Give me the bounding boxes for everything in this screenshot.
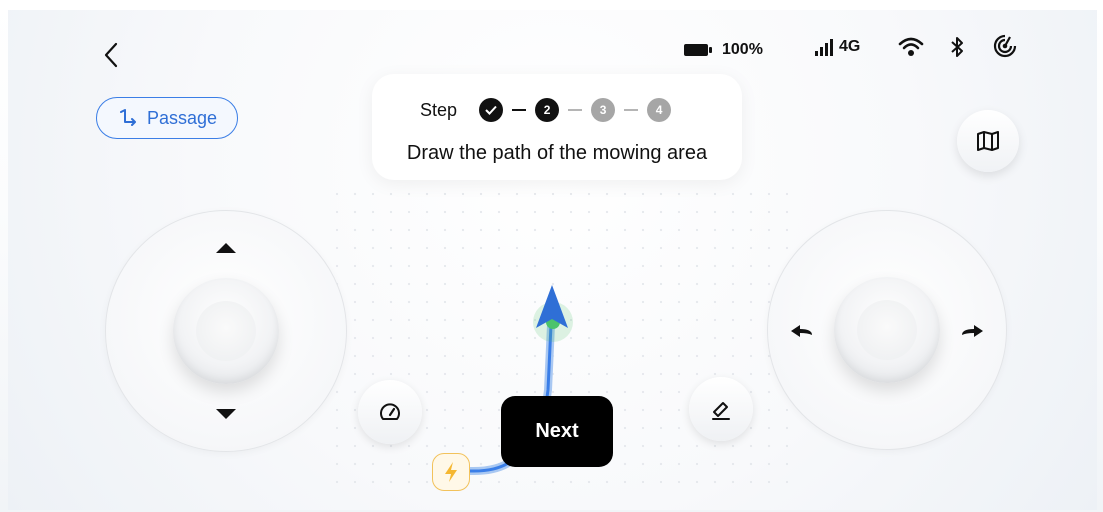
battery-status: 100% (684, 38, 763, 62)
wifi-icon (898, 37, 924, 56)
steering-joystick-knob[interactable] (834, 277, 940, 383)
arrow-down-icon[interactable] (216, 409, 236, 419)
speedometer-icon (380, 403, 400, 420)
check-icon (485, 105, 497, 115)
passage-label: Passage (146, 107, 218, 128)
movement-joystick-knob[interactable] (173, 278, 279, 384)
network-type: 4G (839, 38, 861, 55)
speed-button[interactable] (358, 380, 422, 444)
arrow-up-icon[interactable] (216, 243, 236, 253)
passage-button[interactable]: Passage (96, 97, 238, 139)
map-button[interactable] (957, 110, 1019, 172)
turn-right-arrow-icon[interactable] (958, 321, 986, 341)
movement-joystick (105, 210, 347, 452)
step-card: Step 2 3 4 Draw the path of the mowing a… (372, 74, 742, 180)
lightning-icon (445, 462, 457, 482)
mower-control-screen: 100% 4G Passage Step 2 3 4 Draw the path… (8, 10, 1097, 510)
back-chevron-icon[interactable] (102, 40, 122, 70)
charging-station-marker[interactable] (432, 453, 470, 491)
radar-icon (993, 34, 1017, 58)
step-2-active: 2 (535, 98, 560, 122)
turn-left-arrow-icon[interactable] (788, 321, 816, 341)
bluetooth-icon (951, 37, 963, 57)
step-1-done (479, 98, 504, 122)
step-connector (624, 109, 639, 111)
step-3-inactive: 3 (591, 98, 616, 122)
eraser-button[interactable] (689, 377, 753, 441)
step-connector (512, 109, 527, 111)
signal-icon: 4G (815, 36, 860, 56)
step-4-inactive: 4 (647, 98, 672, 122)
battery-icon (684, 44, 712, 56)
eraser-icon (712, 402, 730, 420)
step-indicator: Step 2 3 4 (420, 98, 672, 122)
map-icon (977, 131, 999, 151)
route-icon (119, 109, 136, 126)
step-connector (568, 109, 583, 111)
step-label: Step (420, 99, 458, 120)
battery-percent: 100% (722, 41, 763, 58)
next-button[interactable]: Next (501, 396, 613, 467)
steering-joystick (767, 210, 1007, 450)
step-instruction: Draw the path of the mowing area (406, 142, 708, 164)
